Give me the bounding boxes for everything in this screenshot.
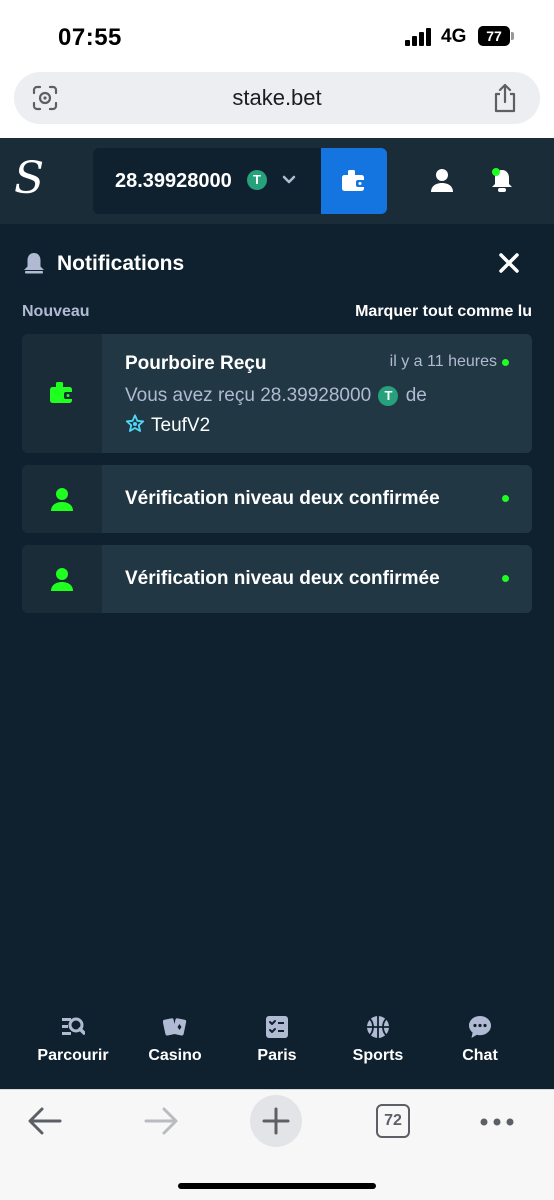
tether-icon: T	[378, 385, 399, 406]
wallet-icon	[342, 170, 366, 191]
unread-dot	[502, 495, 509, 502]
notifications-subheader: Nouveau Marquer tout comme lu	[22, 303, 532, 323]
plus-icon	[262, 1107, 290, 1135]
notification-bell-icon[interactable]	[488, 166, 516, 194]
nav-chat[interactable]: Chat	[425, 1005, 535, 1089]
battery-level: 77	[478, 26, 510, 46]
notification-icon-area	[22, 334, 102, 453]
notification-verification[interactable]: Vérification niveau deux confirmée	[22, 465, 532, 533]
forward-arrow-icon[interactable]	[144, 1106, 178, 1136]
user-icon[interactable]	[430, 168, 454, 192]
browse-icon	[62, 1017, 85, 1035]
section-label-new: Nouveau	[22, 303, 90, 320]
nav-browse[interactable]: Parcourir	[18, 1005, 128, 1089]
notification-body: Vous avez reçu 28.39928000 T de	[125, 381, 427, 411]
stake-logo[interactable]: S	[14, 156, 44, 202]
balance-amount: 28.39928000	[115, 170, 232, 192]
status-time: 07:55	[58, 24, 122, 51]
nav-label: Paris	[257, 1047, 297, 1064]
notifications-header: Notifications	[22, 250, 532, 280]
tether-icon: T	[247, 170, 267, 190]
nav-label: Casino	[148, 1047, 202, 1064]
mark-all-read-button[interactable]: Marquer tout comme lu	[355, 303, 532, 321]
bets-icon	[266, 1016, 288, 1038]
notification-time: il y a 11 heures	[389, 353, 497, 370]
browser-address-area: stake.bet	[0, 72, 554, 138]
bell-icon	[24, 253, 44, 274]
address-bar[interactable]: stake.bet	[14, 72, 540, 124]
notification-title: Pourboire Reçu	[125, 353, 267, 374]
status-bar: 07:55 4G 77	[0, 0, 554, 72]
user-icon	[51, 568, 73, 591]
notification-body-text: Vous avez reçu 28.39928000	[125, 385, 372, 406]
notification-icon-area	[22, 465, 102, 533]
notification-icon-area	[22, 545, 102, 613]
notification-title: Vérification niveau deux confirmée	[125, 568, 440, 589]
nav-bets[interactable]: Paris	[222, 1005, 332, 1089]
chevron-down-icon	[282, 175, 296, 184]
nav-sports[interactable]: Sports	[323, 1005, 433, 1089]
nav-label: Parcourir	[37, 1047, 109, 1064]
basketball-icon	[367, 1016, 389, 1038]
signal-icon	[405, 28, 433, 46]
tabs-button[interactable]: 72	[376, 1104, 410, 1138]
notification-sender[interactable]: TeufV2	[125, 411, 210, 441]
sender-name: TeufV2	[151, 415, 211, 436]
unread-dot	[502, 359, 509, 366]
notification-body-suffix: de	[405, 385, 427, 406]
bottom-navigation: Parcourir Casino Paris Sports Chat	[0, 1005, 554, 1089]
site-header: S 28.39928000 T	[0, 138, 554, 224]
notification-verification[interactable]: Vérification niveau deux confirmée	[22, 545, 532, 613]
wallet-button[interactable]	[321, 148, 387, 214]
close-icon[interactable]	[498, 252, 520, 274]
cards-icon	[163, 1018, 187, 1036]
notifications-title: Notifications	[57, 252, 185, 275]
wallet-icon	[50, 382, 74, 403]
more-icon[interactable]	[480, 1118, 514, 1126]
nav-label: Sports	[352, 1047, 404, 1064]
unread-dot	[502, 575, 509, 582]
balance-selector[interactable]: 28.39928000 T	[93, 148, 321, 214]
share-icon[interactable]	[492, 83, 518, 113]
battery-icon: 77	[478, 26, 514, 46]
user-icon	[51, 488, 73, 511]
vip-star-icon	[125, 414, 145, 432]
nav-label: Chat	[462, 1047, 498, 1064]
notification-title: Vérification niveau deux confirmée	[125, 488, 440, 509]
notification-tip-received[interactable]: Pourboire Reçu il y a 11 heures Vous ave…	[22, 334, 532, 453]
nav-casino[interactable]: Casino	[120, 1005, 230, 1089]
network-type: 4G	[441, 26, 467, 47]
chat-icon	[469, 1016, 491, 1038]
new-tab-button[interactable]	[250, 1095, 302, 1147]
back-arrow-icon[interactable]	[28, 1106, 62, 1136]
home-indicator	[178, 1183, 376, 1189]
url-text[interactable]: stake.bet	[14, 85, 540, 111]
browser-toolbar: 72	[0, 1089, 554, 1200]
